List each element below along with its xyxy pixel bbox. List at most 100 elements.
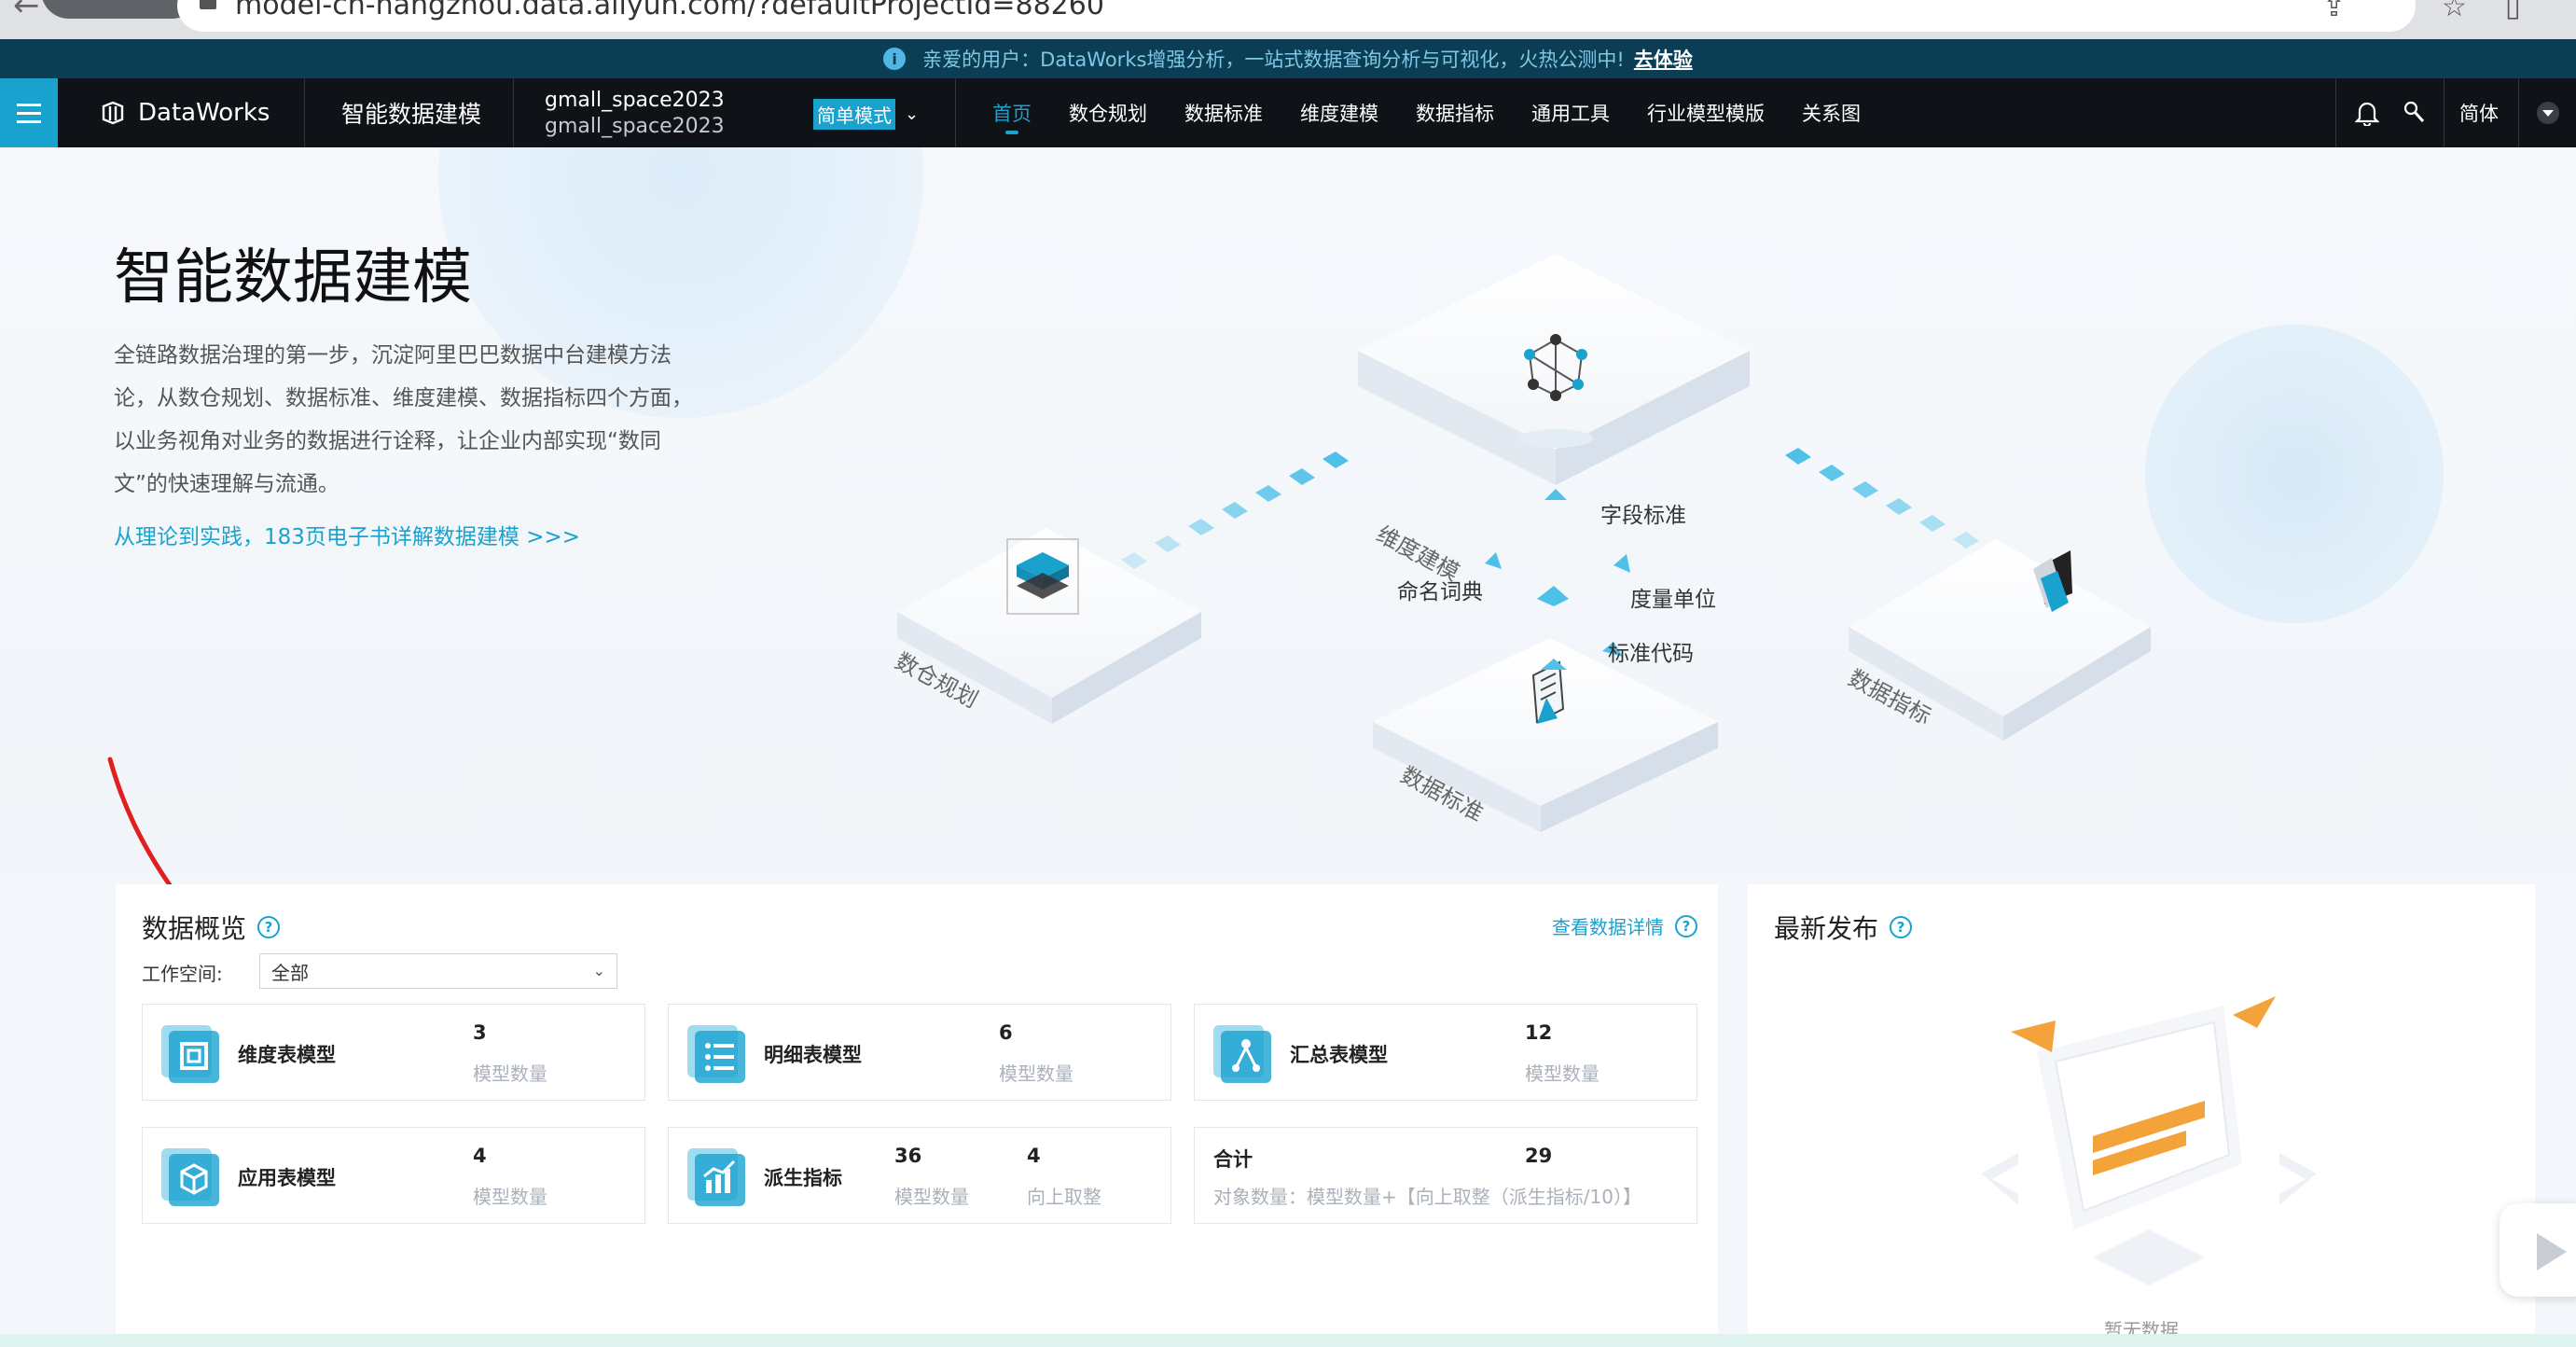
- summary-table-model-card[interactable]: 汇总表模型 12 模型数量: [1194, 1004, 1697, 1101]
- mode-selector[interactable]: 简单模式 ⌄: [813, 99, 919, 130]
- card-name: 维度表模型: [238, 1044, 336, 1066]
- card-name: 应用表模型: [238, 1167, 336, 1189]
- lock-icon: [200, 0, 216, 9]
- empty-state-illustration: [1981, 996, 2317, 1285]
- dataworks-logo-icon: [102, 101, 124, 125]
- latest-release-panel: 最新发布 ? 暂无数据: [1748, 884, 2535, 1347]
- dataworks-logo[interactable]: DataWorks: [101, 78, 270, 147]
- tab-6[interactable]: 行业模型模版: [1647, 78, 1765, 147]
- workspace-switcher[interactable]: gmall_space2023 gmall_space2023: [545, 88, 725, 140]
- wrench-icon[interactable]: [2393, 78, 2434, 147]
- notice-banner: i 亲爱的用户：DataWorks增强分析，一站式数据查询分析与可视化，火热公测…: [0, 39, 2576, 78]
- bottom-status-strip: [0, 1334, 2576, 1347]
- list-icon: [687, 1025, 745, 1083]
- ebook-link[interactable]: 从理论到实践，183页电子书详解数据建模 >>>: [114, 519, 580, 550]
- tab-4[interactable]: 数据指标: [1416, 78, 1494, 147]
- dimension-table-icon: [161, 1025, 219, 1083]
- card-name: 汇总表模型: [1290, 1044, 1388, 1066]
- card-value-label: 模型数量: [894, 1186, 969, 1208]
- tab-1[interactable]: 数仓规划: [1069, 78, 1147, 147]
- red-annotation-stroke: [107, 757, 180, 898]
- card-value: 36: [894, 1145, 922, 1167]
- main-tabs: 首页 数仓规划 数据标准 维度建模 数据指标 通用工具 行业模型模版 关系图: [992, 78, 1898, 147]
- workspace-select-value: 全部: [271, 961, 309, 984]
- chevron-down-icon: ⌄: [592, 962, 605, 979]
- derived-metric-card[interactable]: 派生指标 36 模型数量 4 向上取整: [668, 1127, 1171, 1224]
- overview-title-text: 数据概览: [142, 913, 247, 944]
- dimension-modeling-label: 维度建模: [1372, 521, 1462, 586]
- data-overview-panel: 数据概览 ? 查看数据详情 ? 工作空间: 全部 ⌄ 维度表模型 3 模型数量 …: [116, 884, 1718, 1347]
- browser-toolbar: ← model-cn-hangzhou.data.aliyun.com/?def…: [0, 0, 2576, 39]
- card-value: 4: [1027, 1145, 1041, 1167]
- card-name: 明细表模型: [764, 1044, 862, 1066]
- tab-0[interactable]: 首页: [992, 78, 1032, 147]
- workspace-label: 工作空间:: [142, 963, 223, 985]
- chart-icon: [687, 1148, 745, 1206]
- card-value-label: 模型数量: [473, 1186, 547, 1208]
- help-icon[interactable]: ?: [257, 916, 281, 938]
- card-value: 6: [999, 1021, 1013, 1044]
- latest-title-text: 最新发布: [1774, 913, 1879, 944]
- modeling-diagram: 维度建模 数仓规划 数据标准 数据指标 字段标准 命名词典 度量单位 标准代码: [891, 254, 2151, 832]
- notice-text: 亲爱的用户：DataWorks增强分析，一站式数据查询分析与可视化，火热公测中!: [922, 49, 1625, 71]
- measure-unit-label: 度量单位: [1630, 587, 1716, 611]
- application-table-model-card[interactable]: 应用表模型 4 模型数量: [142, 1127, 645, 1224]
- workspace-select[interactable]: 全部 ⌄: [259, 953, 617, 989]
- back-arrow-icon[interactable]: ←: [13, 0, 40, 24]
- hero-section: 智能数据建模 全链路数据治理的第一步，沉淀阿里巴巴数据中台建模方法论，从数仓规划…: [0, 147, 2576, 875]
- play-icon: [2537, 1233, 2567, 1271]
- card-value-label: 向上取整: [1027, 1186, 1101, 1208]
- workspace-name: gmall_space2023: [545, 89, 725, 112]
- view-data-details-text: 查看数据详情: [1552, 916, 1664, 938]
- account-dropdown[interactable]: [2529, 78, 2567, 147]
- total-card[interactable]: 合计 29 对象数量：模型数量+【向上取整（派生指标/10）】: [1194, 1127, 1697, 1224]
- tree-icon: [1213, 1025, 1271, 1083]
- star-icon[interactable]: ☆: [2442, 0, 2467, 23]
- try-now-link[interactable]: 去体验: [1634, 45, 1693, 73]
- naming-dictionary-label: 命名词典: [1397, 579, 1483, 604]
- overview-title: 数据概览 ?: [142, 909, 281, 946]
- info-icon: i: [883, 48, 907, 70]
- tab-3[interactable]: 维度建模: [1300, 78, 1378, 147]
- card-value-label: 模型数量: [999, 1062, 1073, 1085]
- chevron-down-icon: ⌄: [905, 104, 920, 124]
- latest-title: 最新发布 ?: [1774, 909, 1913, 946]
- help-icon[interactable]: ?: [1890, 916, 1913, 938]
- chevron-down-icon: [2537, 102, 2559, 124]
- floating-play-button[interactable]: [2500, 1203, 2576, 1297]
- dimension-table-model-card[interactable]: 维度表模型 3 模型数量: [142, 1004, 645, 1101]
- top-navigation: DataWorks 智能数据建模 gmall_space2023 gmall_s…: [0, 78, 2576, 147]
- box-icon: [161, 1148, 219, 1206]
- tab-2[interactable]: 数据标准: [1184, 78, 1263, 147]
- standard-code-label: 标准代码: [1608, 641, 1694, 665]
- card-name: 派生指标: [764, 1167, 842, 1189]
- hamburger-menu-button[interactable]: [0, 78, 58, 147]
- window-icon[interactable]: ▯: [2505, 0, 2521, 23]
- view-data-details-link[interactable]: 查看数据详情 ?: [1552, 912, 1697, 939]
- share-icon[interactable]: ⇪: [2322, 0, 2346, 23]
- card-value-label: 模型数量: [1525, 1062, 1600, 1085]
- workspace-id: gmall_space2023: [545, 115, 725, 138]
- card-value: 29: [1525, 1145, 1553, 1167]
- card-value-label: 模型数量: [473, 1062, 547, 1085]
- tab-7[interactable]: 关系图: [1802, 78, 1861, 147]
- dimension-modeling-block[interactable]: [1358, 254, 1750, 485]
- brand-name: DataWorks: [138, 99, 270, 127]
- hero-description: 全链路数据治理的第一步，沉淀阿里巴巴数据中台建模方法论，从数仓规划、数据标准、维…: [114, 343, 693, 496]
- browser-profile-pill[interactable]: [41, 0, 200, 19]
- product-name[interactable]: 智能数据建模: [341, 78, 481, 147]
- card-name: 合计: [1213, 1148, 1253, 1171]
- help-icon[interactable]: ?: [1675, 914, 1697, 937]
- card-value: 4: [473, 1145, 487, 1167]
- field-standard-label: 字段标准: [1600, 503, 1686, 527]
- mode-badge: 简单模式: [813, 99, 895, 130]
- card-value: 12: [1525, 1021, 1553, 1044]
- language-switch[interactable]: 简体: [2445, 78, 2513, 147]
- card-value: 3: [473, 1021, 487, 1044]
- url-text[interactable]: model-cn-hangzhou.data.aliyun.com/?defau…: [235, 0, 1104, 21]
- detail-table-model-card[interactable]: 明细表模型 6 模型数量: [668, 1004, 1171, 1101]
- page-title: 智能数据建模: [114, 243, 472, 312]
- bell-icon[interactable]: [2347, 78, 2388, 147]
- tab-5[interactable]: 通用工具: [1531, 78, 1610, 147]
- card-value-label: 对象数量：模型数量+【向上取整（派生指标/10）】: [1213, 1186, 1641, 1208]
